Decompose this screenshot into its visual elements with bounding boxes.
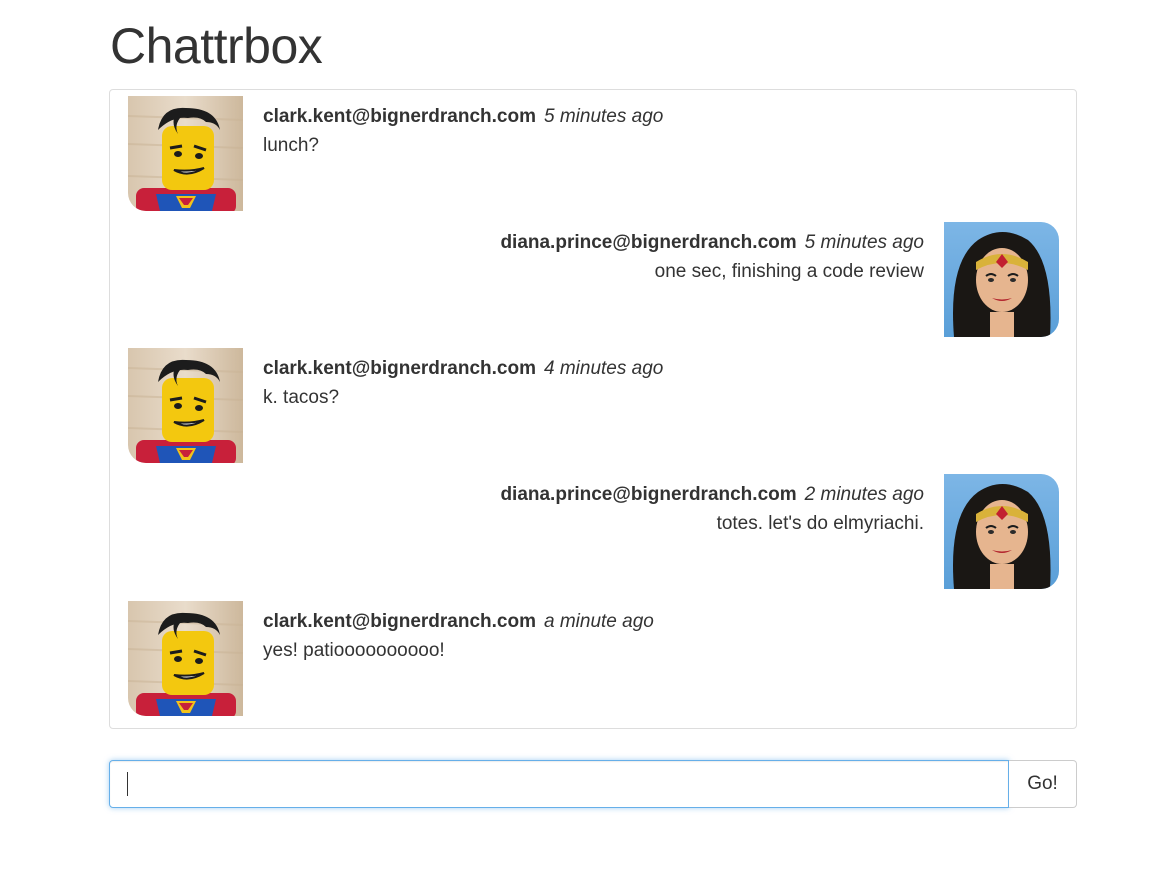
message-text: k. tacos? [263,387,340,408]
superman-lego-avatar [128,96,243,211]
message-body: clark.kent@bignerdranch.com a minute ago … [263,609,654,664]
wonder-woman-avatar [944,474,1059,589]
message-timestamp: 4 minutes ago [544,358,664,379]
message-list[interactable]: clark.kent@bignerdranch.com 5 minutes ago… [109,89,1077,729]
superman-lego-avatar [128,348,243,463]
message-timestamp: 5 minutes ago [544,106,664,127]
message-timestamp: a minute ago [544,611,654,632]
message-author: clark.kent@bignerdranch.com [263,358,536,379]
message-meta: clark.kent@bignerdranch.com 4 minutes ago [263,356,663,382]
message-body: clark.kent@bignerdranch.com 4 minutes ago… [263,356,663,411]
message-author: diana.prince@bignerdranch.com [500,232,797,253]
text-caret [127,772,128,796]
wonder-woman-avatar [944,222,1059,337]
avatar-image [128,348,243,463]
go-button[interactable]: Go! [1009,760,1077,808]
message-timestamp: 5 minutes ago [804,232,924,253]
message-text: yes! patioooooooooo! [263,640,445,661]
message-text: totes. let's do elmyriachi. [716,513,924,534]
message-body: diana.prince@bignerdranch.com 2 minutes a… [500,482,924,537]
message-timestamp: 2 minutes ago [804,484,924,505]
chattrbox-page: Chattrbox clark.kent@bignerdranch.com 5 m… [0,0,1171,870]
app-title: Chattrbox [110,18,323,74]
avatar-image [944,474,1059,589]
message-meta: clark.kent@bignerdranch.com 5 minutes ago [263,104,663,130]
message-meta: clark.kent@bignerdranch.com a minute ago [263,609,654,635]
message-body: clark.kent@bignerdranch.com 5 minutes ago… [263,104,663,159]
message-meta: diana.prince@bignerdranch.com 5 minutes a… [500,230,924,256]
message-body: diana.prince@bignerdranch.com 5 minutes a… [500,230,924,285]
message-author: diana.prince@bignerdranch.com [500,484,797,505]
avatar-image [128,601,243,716]
message-author: clark.kent@bignerdranch.com [263,611,536,632]
message-meta: diana.prince@bignerdranch.com 2 minutes a… [500,482,924,508]
avatar-image [128,96,243,211]
message-form: Go! [109,760,1077,808]
message-text: lunch? [263,135,319,156]
message-author: clark.kent@bignerdranch.com [263,106,536,127]
message-input[interactable] [109,760,1009,808]
superman-lego-avatar [128,601,243,716]
avatar-image [944,222,1059,337]
message-text: one sec, finishing a code review [654,261,924,282]
